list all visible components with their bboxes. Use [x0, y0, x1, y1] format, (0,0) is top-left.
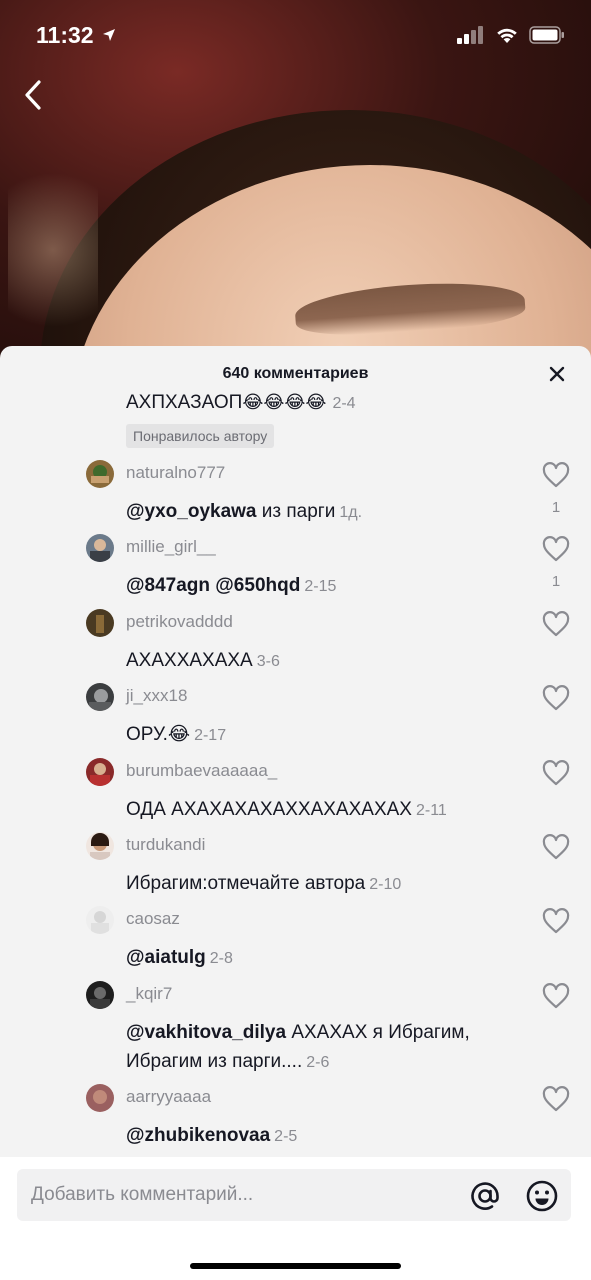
comment-date: 3-6	[256, 653, 280, 670]
heart-outline-icon	[542, 760, 570, 786]
comment-body: из парги	[256, 501, 336, 522]
like-count: 1	[551, 499, 561, 516]
avatar[interactable]	[86, 460, 114, 488]
mention-button[interactable]	[468, 1179, 502, 1213]
heart-outline-icon	[542, 611, 570, 637]
comment-username[interactable]: millie_girl__	[126, 537, 216, 557]
comment-text: @yxo_oykawa из парги 1д.	[126, 497, 506, 527]
comment-body: Ибрагим:отмечайте автора	[126, 873, 366, 894]
comment-date: 2-8	[209, 950, 233, 967]
at-sign-icon	[471, 1182, 499, 1210]
heart-outline-icon	[542, 1086, 570, 1112]
avatar[interactable]	[86, 906, 114, 934]
like-button[interactable]	[542, 760, 570, 786]
partial-comment-emoji: 😂😂😂😂	[242, 392, 327, 412]
comment-date: 2-17	[194, 727, 227, 744]
comments-list[interactable]: АХПХАЗАОП😂😂😂😂 2-4 Понравилось автору natu…	[0, 386, 591, 1156]
comment-username[interactable]: ji_xxx18	[126, 686, 187, 706]
video-sparkle	[8, 150, 98, 350]
battery-icon	[529, 26, 564, 44]
comment-text: Ибрагим:отмечайте автора 2-10	[126, 869, 506, 899]
comment-date: 2-6	[306, 1054, 330, 1071]
comment-text: ОРУ.😂 2-17	[126, 720, 506, 750]
comment-input-box	[17, 1169, 571, 1221]
comment-body: ОРУ.😂	[126, 724, 191, 745]
close-button[interactable]	[547, 364, 567, 384]
heart-outline-icon	[542, 536, 570, 562]
liked-by-author-badge: Понравилось автору	[126, 424, 275, 448]
comments-count-title: 640 комментариев	[222, 365, 369, 382]
comment-username[interactable]: aarryyaaaa	[126, 1087, 211, 1107]
comment-body: АХАХХАХАХА	[126, 650, 253, 671]
signal-icon	[457, 26, 483, 44]
location-arrow-icon	[102, 29, 115, 41]
home-indicator	[190, 1263, 401, 1269]
like-button[interactable]	[542, 983, 570, 1009]
like-button[interactable]	[542, 834, 570, 860]
heart-outline-icon	[542, 685, 570, 711]
comment-text: @vakhitova_dilya АХАХАХ я Ибрагим, Ибраг…	[126, 1018, 506, 1077]
comment-date: 2-15	[304, 578, 337, 595]
comment-date: 1д.	[339, 504, 363, 521]
like-button[interactable]	[542, 908, 570, 934]
like-button[interactable]	[542, 1086, 570, 1112]
avatar[interactable]	[86, 758, 114, 786]
wifi-icon	[497, 28, 517, 43]
avatar[interactable]	[86, 981, 114, 1009]
status-bar: 11:32	[0, 0, 591, 70]
like-button[interactable]	[542, 536, 570, 562]
comment-mention[interactable]: @847agn @650hqd	[126, 575, 300, 596]
comment-username[interactable]: turdukandi	[126, 835, 205, 855]
comment-text: @zhubikenovaa 2-5	[126, 1121, 506, 1151]
comment-body: ОДА АХАХАХАХАХХАХАХАХАХ	[126, 799, 412, 820]
comment-mention[interactable]: @vakhitova_dilya	[126, 1022, 286, 1043]
like-button[interactable]	[542, 685, 570, 711]
comment-mention[interactable]: @aiatulg	[126, 947, 206, 968]
heart-outline-icon	[542, 462, 570, 488]
partial-comment-date: 2-4	[332, 395, 356, 412]
emoji-button[interactable]	[525, 1179, 559, 1213]
partial-comment-body: АХПХАЗАОП	[126, 392, 243, 413]
like-button[interactable]	[542, 611, 570, 637]
comment-username[interactable]: petrikovadddd	[126, 612, 233, 632]
like-count: 1	[551, 573, 561, 590]
smiley-icon	[526, 1180, 558, 1212]
comment-input-bar	[0, 1157, 591, 1280]
comment-date: 2-5	[274, 1128, 298, 1145]
heart-outline-icon	[542, 983, 570, 1009]
avatar[interactable]	[86, 609, 114, 637]
avatar[interactable]	[86, 1084, 114, 1112]
heart-outline-icon	[542, 834, 570, 860]
close-icon	[549, 366, 565, 382]
comment-mention[interactable]: @yxo_oykawa	[126, 501, 257, 522]
comment-mention[interactable]: @zhubikenovaa	[126, 1125, 270, 1146]
status-time-text: 11:32	[36, 22, 94, 48]
comment-text: @847agn @650hqd 2-15	[126, 571, 506, 601]
comment-username[interactable]: caosaz	[126, 909, 180, 929]
comment-username[interactable]: naturalno777	[126, 463, 225, 483]
status-icons	[457, 26, 565, 44]
avatar[interactable]	[86, 832, 114, 860]
avatar[interactable]	[86, 683, 114, 711]
back-button[interactable]	[20, 78, 50, 112]
chevron-left-icon	[25, 80, 41, 110]
like-button[interactable]	[542, 462, 570, 488]
partial-comment-text: АХПХАЗАОП😂😂😂😂 2-4	[126, 392, 356, 414]
comment-input[interactable]	[31, 1169, 451, 1221]
comments-sheet: 640 комментариев АХПХАЗАОП😂😂😂😂 2-4 Понрав…	[0, 346, 591, 1280]
comment-username[interactable]: _kqir7	[126, 984, 172, 1004]
comment-text: ОДА АХАХАХАХАХХАХАХАХАХ 2-11	[126, 795, 506, 825]
comment-username[interactable]: burumbaevaaaaaa_	[126, 761, 277, 781]
comment-text: @aiatulg 2-8	[126, 943, 506, 973]
comment-date: 2-10	[369, 876, 402, 893]
comment-date: 2-11	[415, 802, 447, 819]
comment-text: АХАХХАХАХА 3-6	[126, 646, 506, 676]
status-time: 11:32	[36, 22, 116, 49]
heart-outline-icon	[542, 908, 570, 934]
avatar[interactable]	[86, 534, 114, 562]
